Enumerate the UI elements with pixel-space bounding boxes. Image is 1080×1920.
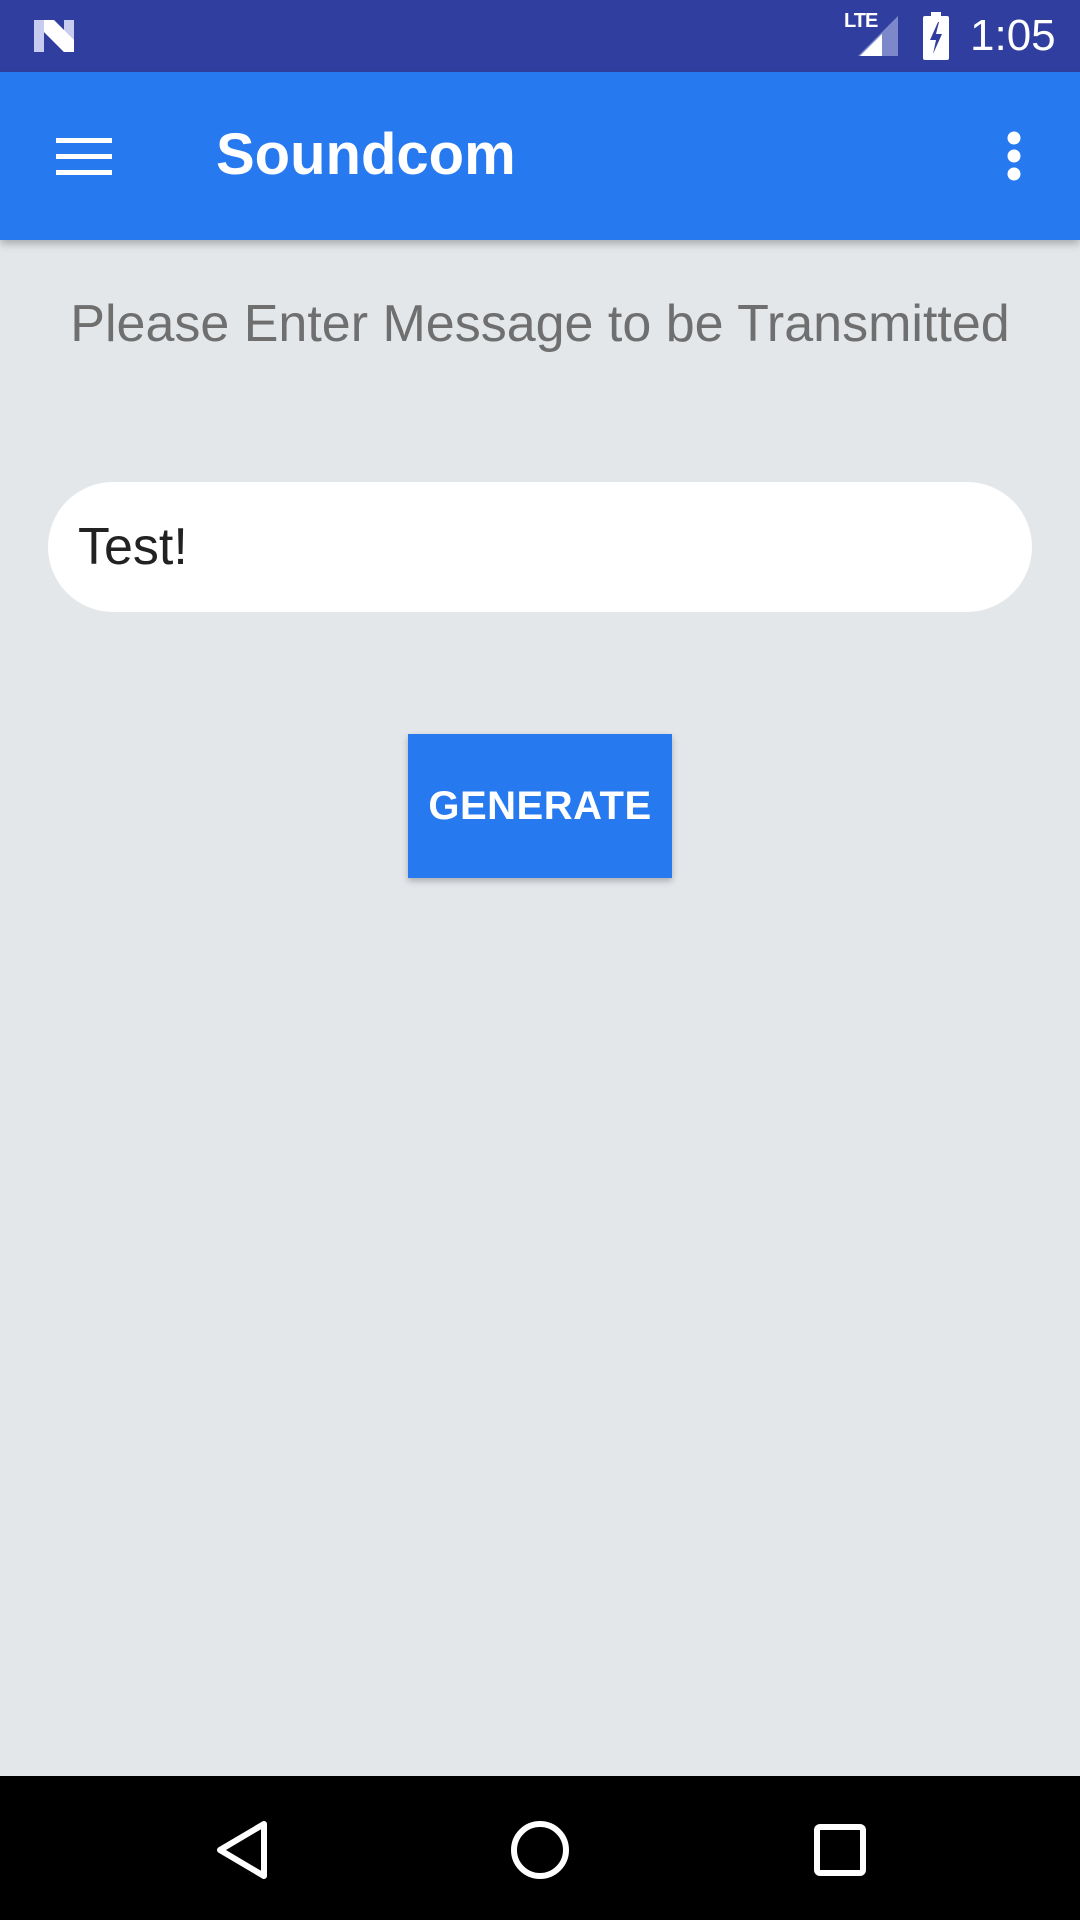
overflow-menu-icon [1007,131,1021,181]
recents-icon [814,1824,866,1876]
menu-icon [56,138,112,175]
menu-button[interactable] [40,116,128,196]
overflow-menu-button[interactable] [986,116,1042,196]
back-button[interactable] [200,1808,284,1892]
status-bar: LTE 1:05 [0,0,1080,72]
n-logo-icon [34,20,74,52]
app-bar: Soundcom [0,72,1080,240]
app-title: Soundcom [216,122,516,187]
home-icon [511,1821,569,1879]
navigation-bar [0,1776,1080,1920]
generate-button[interactable]: GENERATE [408,734,672,878]
home-button[interactable] [498,1808,582,1892]
message-input[interactable] [48,482,1032,612]
message-prompt: Please Enter Message to be Transmitted [70,295,1010,353]
back-icon [217,1821,267,1879]
recents-button[interactable] [798,1808,882,1892]
signal-icon [858,16,898,56]
clock: 1:05 [970,11,1056,60]
battery-charging-icon [923,12,949,60]
